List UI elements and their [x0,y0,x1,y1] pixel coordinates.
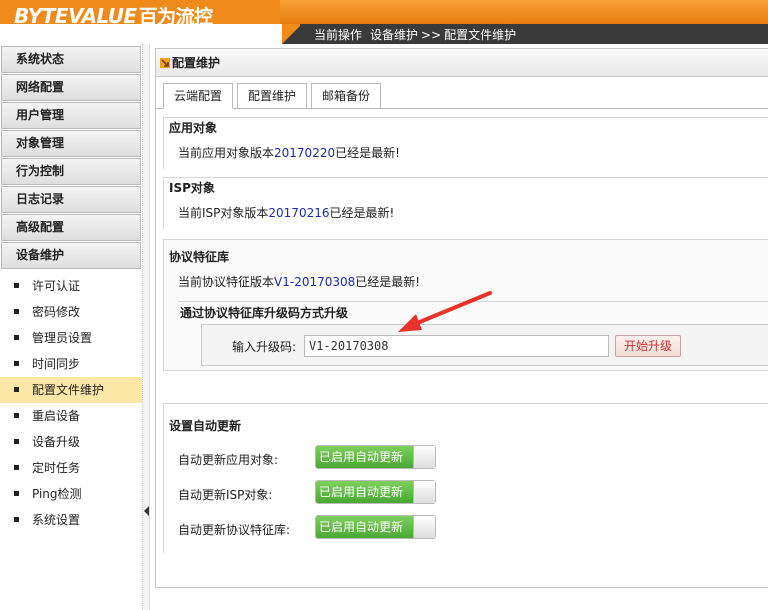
isp-object-version: 20170216 [268,206,330,220]
upgrade-code-row: 输入升级码: 开始升级 [201,324,768,366]
submenu-label: 配置文件维护 [32,383,105,397]
submenu-label: Ping检测 [32,487,82,501]
breadcrumb-label: 当前操作 [314,28,363,42]
section-title: 应用对象 [169,121,218,135]
device-maintenance-submenu: 许可认证 密码修改 管理员设置 时间同步 配置文件维护 重启设备 设备升级 定时… [0,273,142,533]
breadcrumb-separator: >> [421,28,442,42]
protocol-version: V1-20170308 [274,275,356,289]
status-suffix: 已经是最新! [329,206,395,220]
submenu-label: 许可认证 [32,279,81,293]
status-prefix: 当前ISP对象版本 [178,206,269,220]
tab-config-maintenance[interactable]: 配置维护 [237,83,308,109]
submenu-config-file[interactable]: 配置文件维护 [0,377,142,403]
submenu-scheduled-tasks[interactable]: 定时任务 [0,455,142,481]
menu-object-management[interactable]: 对象管理 [1,130,141,157]
status-prefix: 当前应用对象版本 [178,146,275,160]
section-title: ISP对象 [169,181,215,195]
bullet-icon [14,491,19,496]
tab-cloud-config[interactable]: 云端配置 [163,83,234,109]
bullet-icon [14,335,19,340]
submenu-license[interactable]: 许可认证 [0,273,142,299]
upgrade-code-box: 通过协议特征库升级码方式升级 [178,301,768,321]
tab-bar: 云端配置 配置维护 邮箱备份 [163,83,385,109]
auto-update-app-label: 自动更新应用对象: [178,453,279,467]
menu-log-records[interactable]: 日志记录 [1,186,141,213]
submenu-ping[interactable]: Ping检测 [0,481,142,507]
bullet-icon [14,361,19,366]
bullet-icon [14,465,19,470]
auto-update-protocol-toggle[interactable]: 已启用自动更新 [315,515,436,539]
sidebar: 系统状态 网络配置 用户管理 对象管理 行为控制 日志记录 高级配置 设备维护 … [0,44,142,610]
menu-behavior-control[interactable]: 行为控制 [1,158,141,185]
panel-title-text: 配置维护 [172,56,221,70]
submenu-label: 重启设备 [32,409,81,423]
menu-network-config[interactable]: 网络配置 [1,74,141,101]
auto-update-protocol-label: 自动更新协议特征库: [178,523,291,537]
auto-update-section: 设置自动更新 自动更新应用对象: 已启用自动更新 自动更新ISP对象: 已启用自… [163,403,768,553]
protocol-status: 当前协议特征版本V1-20170308已经是最新! [164,273,768,290]
app-object-section: 应用对象 当前应用对象版本20170220已经是最新! [163,117,768,169]
collapse-arrow-icon[interactable] [144,506,149,516]
submenu-upgrade[interactable]: 设备升级 [0,429,142,455]
status-suffix: 已经是最新! [355,275,421,289]
submenu-time-sync[interactable]: 时间同步 [0,351,142,377]
isp-object-section: ISP对象 当前ISP对象版本20170216已经是最新! [163,177,768,229]
section-title: 协议特征库 [169,250,230,264]
section-title: 设置自动更新 [169,419,242,433]
menu-advanced-config[interactable]: 高级配置 [1,214,141,241]
toggle-on-label: 已启用自动更新 [316,516,414,538]
app-header: BYTEVALUE 百为流控 当前操作 设备维护 >> 配置文件维护 [0,0,768,44]
main-menu: 系统状态 网络配置 用户管理 对象管理 行为控制 日志记录 高级配置 设备维护 [0,46,142,269]
bullet-icon [14,413,19,418]
toggle-on-label: 已启用自动更新 [316,481,414,503]
bullet-icon [14,309,19,314]
toggle-knob [413,516,435,538]
start-upgrade-button[interactable]: 开始升级 [615,335,681,357]
menu-device-maintenance[interactable]: 设备维护 [1,242,141,269]
menu-system-status[interactable]: 系统状态 [1,46,141,73]
bullet-icon [14,439,19,444]
submenu-label: 设备升级 [32,435,81,449]
upgrade-code-label: 输入升级码: [232,340,297,354]
auto-update-app-toggle[interactable]: 已启用自动更新 [315,445,436,469]
brand-logo: BYTEVALUE 百为流控 [14,2,213,28]
sidebar-splitter[interactable] [142,44,150,610]
upgrade-code-title: 通过协议特征库升级码方式升级 [180,306,349,320]
upgrade-code-input[interactable] [304,335,609,357]
submenu-label: 密码修改 [32,305,81,319]
status-prefix: 当前协议特征版本 [178,275,275,289]
status-suffix: 已经是最新! [335,146,400,160]
breadcrumb: 当前操作 设备维护 >> 配置文件维护 [314,26,524,43]
logo-text-cn: 百为流控 [138,6,214,28]
toggle-knob [413,446,435,468]
main-panel: 配置维护 云端配置 配置维护 邮箱备份 应用对象 当前应用对象版本20170220已… [155,48,768,588]
submenu-system-settings[interactable]: 系统设置 [0,507,142,533]
bullet-icon [14,283,19,288]
menu-user-management[interactable]: 用户管理 [1,102,141,129]
submenu-label: 时间同步 [32,357,81,371]
isp-object-status: 当前ISP对象版本20170216已经是最新! [164,204,768,221]
submenu-label: 定时任务 [32,461,81,475]
toggle-on-label: 已启用自动更新 [316,446,414,468]
submenu-admin-settings[interactable]: 管理员设置 [0,325,142,351]
auto-update-isp-toggle[interactable]: 已启用自动更新 [315,480,436,504]
app-object-status: 当前应用对象版本20170220已经是最新! [164,144,768,161]
bullet-icon [14,517,19,522]
header-wedge [282,24,302,44]
submenu-password[interactable]: 密码修改 [0,299,142,325]
toggle-knob [413,481,435,503]
panel-arrow-icon [160,58,170,68]
breadcrumb-section: 设备维护 [370,28,419,42]
app-object-version: 20170220 [274,146,336,160]
panel-title: 配置维护 [156,49,768,77]
bullet-icon [14,387,19,392]
tab-mail-backup[interactable]: 邮箱备份 [311,83,382,109]
protocol-library-section: 协议特征库 当前协议特征版本V1-20170308已经是最新! 通过协议特征库升… [163,239,768,371]
logo-text-en: BYTEVALUE [14,4,137,28]
breadcrumb-page: 配置文件维护 [444,28,517,42]
auto-update-isp-label: 自动更新ISP对象: [178,488,273,502]
submenu-label: 管理员设置 [32,331,93,345]
submenu-label: 系统设置 [32,513,81,527]
submenu-reboot[interactable]: 重启设备 [0,403,142,429]
